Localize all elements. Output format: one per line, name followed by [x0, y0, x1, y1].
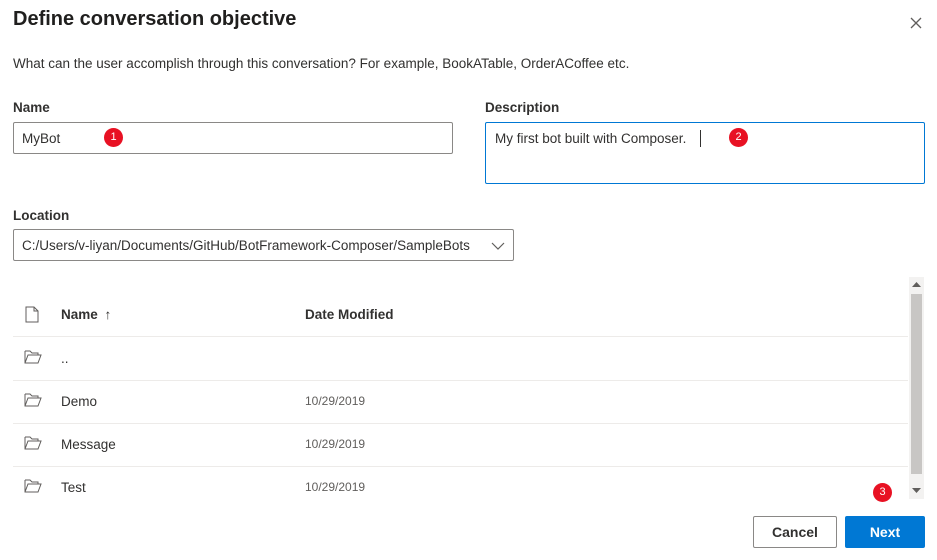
scroll-down-arrow-icon[interactable]	[912, 487, 921, 494]
folder-open-icon	[24, 479, 42, 493]
step-badge-1: 1	[104, 128, 123, 147]
folder-open-icon	[24, 350, 42, 364]
list-item-date: 10/29/2019	[305, 394, 366, 408]
column-header-name-label: Name	[61, 307, 98, 322]
list-item-name: Message	[61, 437, 116, 452]
step-badge-2: 2	[729, 128, 748, 147]
scroll-up-arrow-icon[interactable]	[912, 281, 921, 288]
folder-open-icon	[24, 436, 42, 450]
name-label: Name	[13, 100, 50, 115]
file-list: Name ↑ Date Modified .. Demo 10/29/2019 …	[13, 293, 908, 505]
sort-ascending-icon: ↑	[104, 307, 112, 322]
location-value: C:/Users/v-liyan/Documents/GitHub/BotFra…	[22, 238, 470, 253]
chevron-down-icon	[491, 242, 505, 250]
list-item[interactable]: ..	[13, 337, 908, 381]
list-item-name: ..	[61, 351, 69, 366]
list-item[interactable]: Message 10/29/2019	[13, 423, 908, 467]
next-button[interactable]: Next	[845, 516, 925, 548]
folder-open-icon	[24, 393, 42, 407]
name-input[interactable]	[13, 122, 453, 154]
list-item[interactable]: Test 10/29/2019	[13, 466, 908, 509]
text-cursor	[700, 130, 701, 147]
location-label: Location	[13, 208, 70, 223]
list-item-name: Demo	[61, 394, 98, 409]
location-dropdown[interactable]: C:/Users/v-liyan/Documents/GitHub/BotFra…	[13, 229, 514, 261]
list-item-name: Test	[61, 480, 86, 495]
column-header-date-modified[interactable]: Date Modified	[305, 307, 394, 322]
description-label: Description	[485, 100, 560, 115]
file-list-scrollbar[interactable]	[909, 277, 924, 499]
list-item-date: 10/29/2019	[305, 480, 366, 494]
dialog-title: Define conversation objective	[13, 8, 297, 30]
column-header-name[interactable]: Name ↑	[61, 307, 111, 322]
dialog-subtitle: What can the user accomplish through thi…	[13, 56, 630, 71]
step-badge-3: 3	[873, 483, 892, 502]
close-icon[interactable]	[905, 12, 927, 34]
file-icon	[25, 306, 39, 323]
list-item-date: 10/29/2019	[305, 437, 366, 451]
description-input[interactable]: My first bot built with Composer.	[485, 122, 925, 184]
list-item[interactable]: Demo 10/29/2019	[13, 380, 908, 424]
cancel-button[interactable]: Cancel	[753, 516, 837, 548]
scrollbar-thumb[interactable]	[911, 294, 922, 474]
file-list-header: Name ↑ Date Modified	[13, 293, 908, 337]
